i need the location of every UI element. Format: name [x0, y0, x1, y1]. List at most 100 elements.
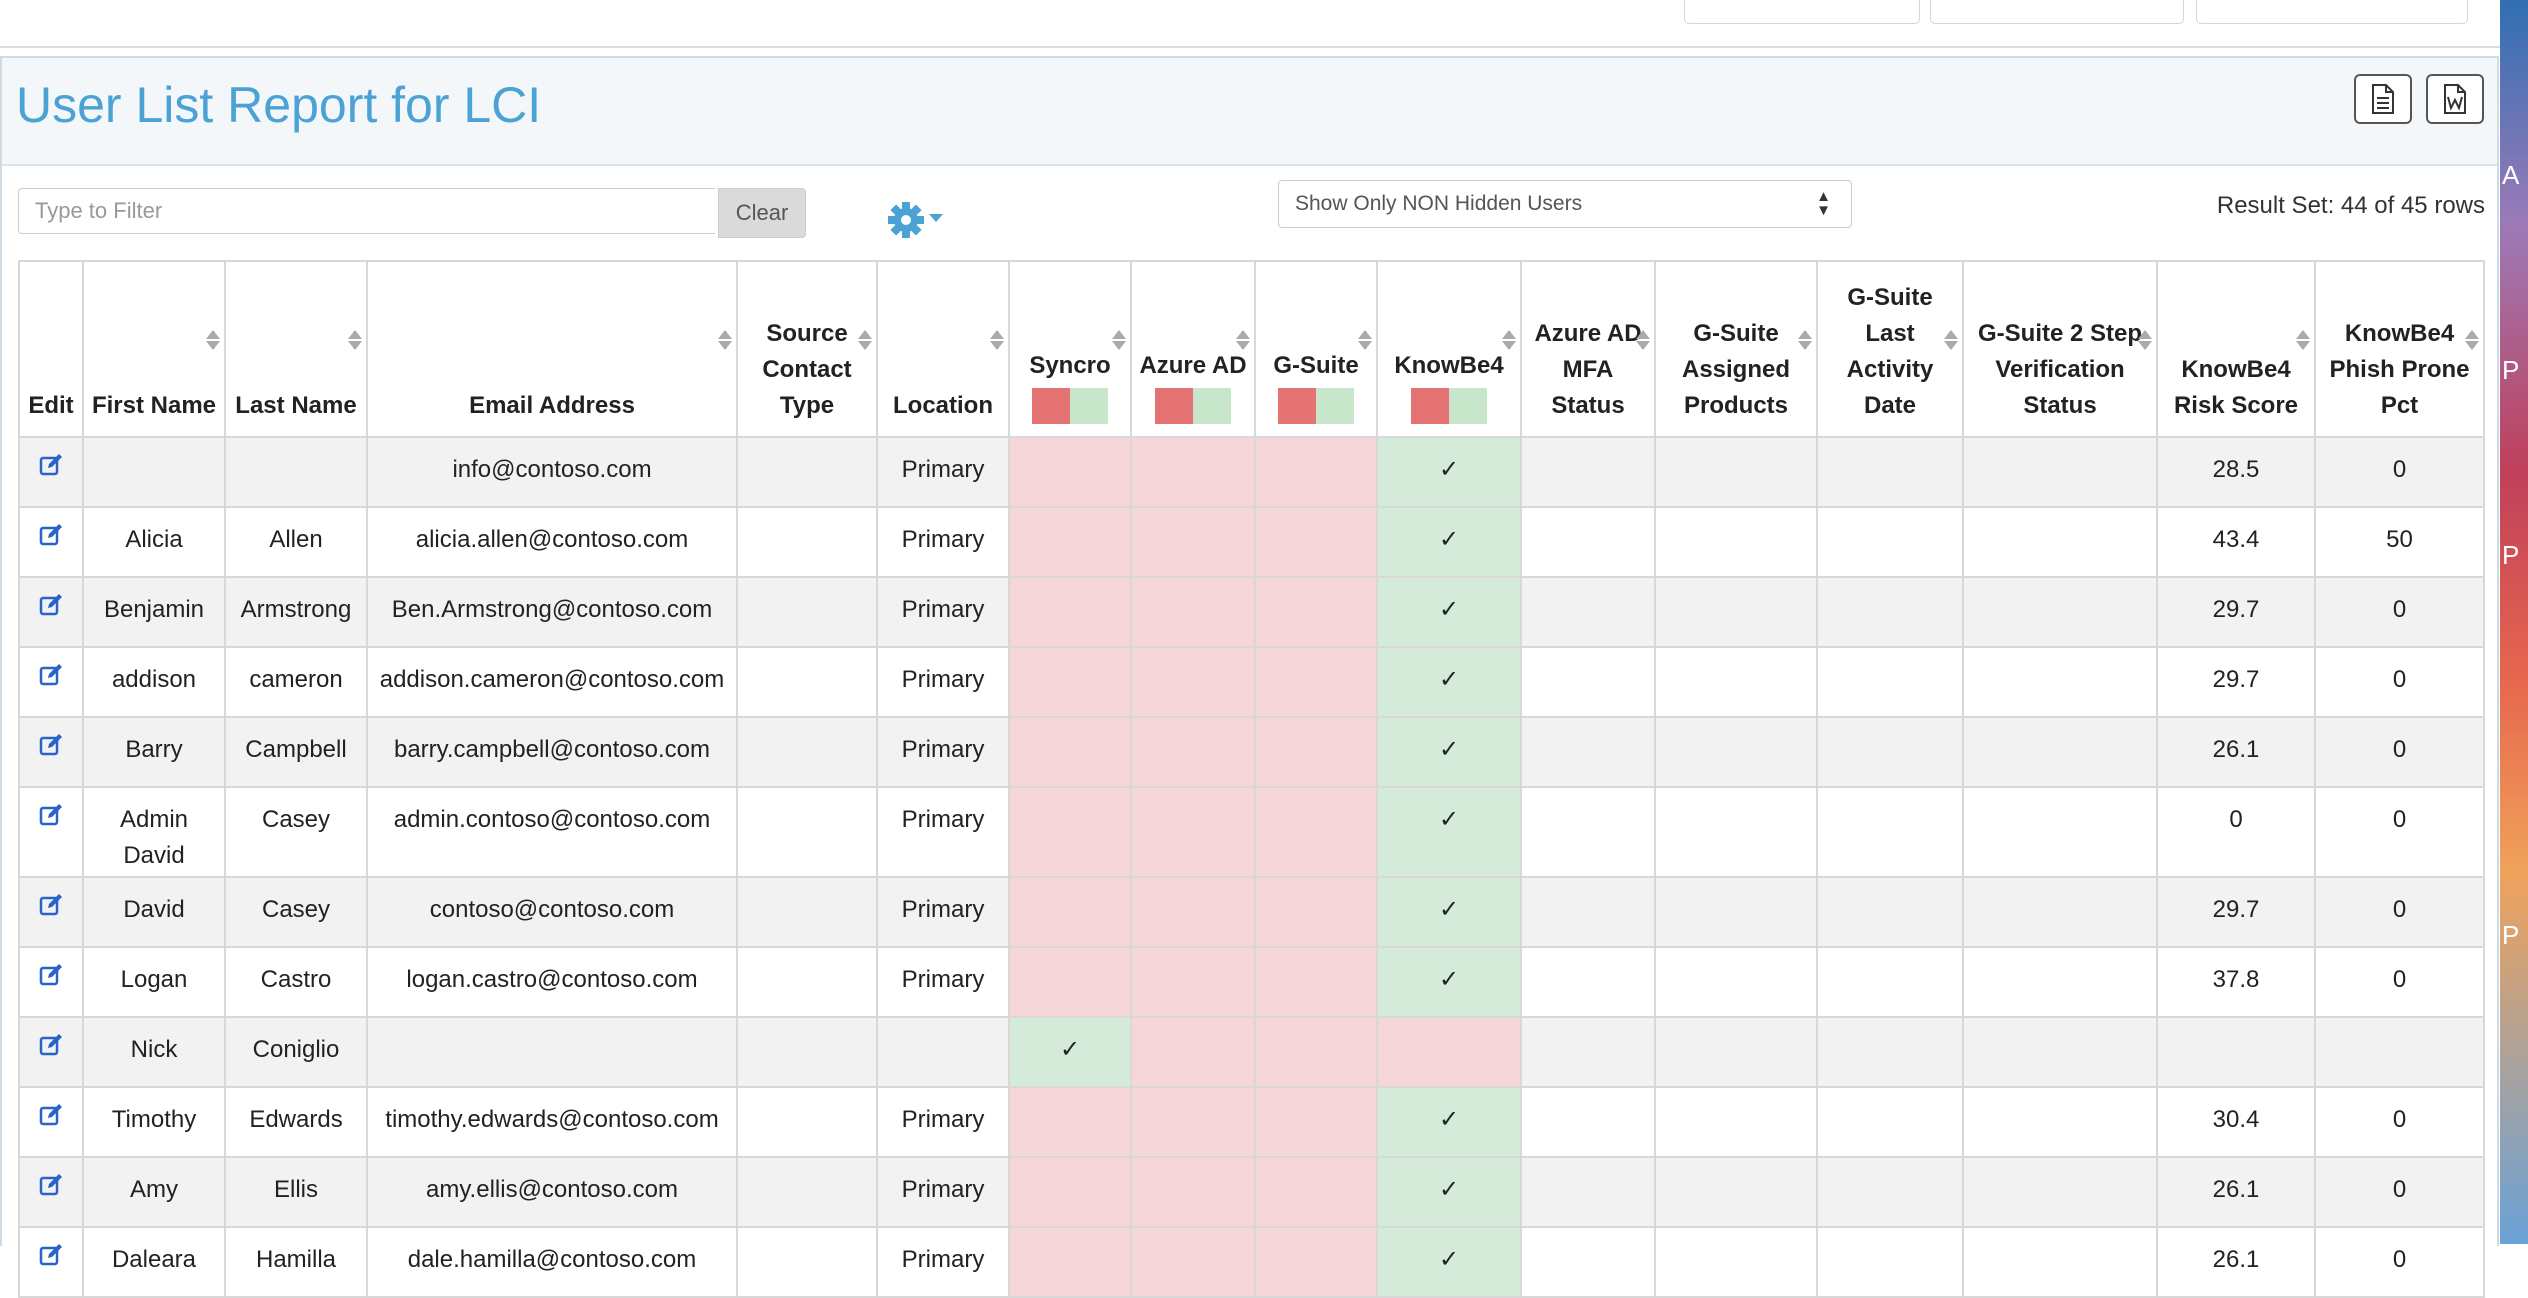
cell-knowbe4-status: ✓ — [1376, 786, 1522, 878]
column-header-location[interactable]: Location — [876, 260, 1010, 438]
edit-icon[interactable] — [39, 663, 63, 687]
table-row: David Casey contoso@contoso.com Primary ✓ 29.… — [18, 876, 2485, 948]
edit-icon[interactable] — [39, 593, 63, 617]
cell-phish: 50 — [2314, 506, 2485, 578]
column-header-edit: Edit — [18, 260, 84, 438]
edit-icon[interactable] — [39, 803, 63, 827]
cell-mfa — [1520, 506, 1656, 578]
cell-syncro-status — [1008, 576, 1132, 648]
filter-missing-swatch[interactable] — [1411, 388, 1449, 424]
column-header-label: G-Suite — [1273, 352, 1359, 379]
cell-location: Primary — [876, 576, 1010, 648]
column-header-phish[interactable]: KnowBe4 Phish Prone Pct — [2314, 260, 2485, 438]
cell-last: Hamilla — [224, 1226, 368, 1298]
filter-input[interactable] — [18, 188, 715, 234]
table-row: Daleara Hamilla dale.hamilla@contoso.com Pr… — [18, 1226, 2485, 1298]
cell-source — [736, 1086, 878, 1158]
column-header-gs_2sv[interactable]: G-Suite 2 Step Verification Status — [1962, 260, 2158, 438]
edit-icon[interactable] — [39, 1033, 63, 1057]
sort-icon[interactable] — [718, 328, 730, 352]
column-header-gs_activity[interactable]: G-Suite Last Activity Date — [1816, 260, 1964, 438]
cell-gs_products — [1654, 876, 1818, 948]
column-header-first[interactable]: First Name — [82, 260, 226, 438]
cell-gs_2sv — [1962, 646, 2158, 718]
cell-first: David — [82, 876, 226, 948]
cell-last: Casey — [224, 786, 368, 878]
column-header-label: First Name — [91, 392, 217, 419]
cell-first: Benjamin — [82, 576, 226, 648]
sort-icon[interactable] — [1112, 328, 1124, 352]
column-header-gsuite[interactable]: G-Suite — [1254, 260, 1378, 438]
cell-knowbe4-status: ✓ — [1376, 716, 1522, 788]
edit-icon[interactable] — [39, 1173, 63, 1197]
cell-gs_activity — [1816, 786, 1964, 878]
edit-cell — [18, 576, 84, 648]
top-button-1[interactable] — [1684, 0, 1920, 24]
sort-icon[interactable] — [206, 328, 218, 352]
settings-menu-button[interactable] — [886, 200, 950, 240]
filter-missing-swatch[interactable] — [1155, 388, 1193, 424]
clear-button[interactable]: Clear — [718, 188, 806, 238]
filter-missing-swatch[interactable] — [1278, 388, 1316, 424]
cell-gs_products — [1654, 576, 1818, 648]
column-header-email[interactable]: Email Address — [366, 260, 738, 438]
sort-icon[interactable] — [1358, 328, 1370, 352]
cell-email: Ben.Armstrong@contoso.com — [366, 576, 738, 648]
column-header-label: Azure AD — [1139, 352, 1247, 379]
cell-gs_2sv — [1962, 506, 2158, 578]
sort-icon[interactable] — [858, 328, 870, 352]
edit-icon[interactable] — [39, 733, 63, 757]
filter-missing-swatch[interactable] — [1032, 388, 1070, 424]
sort-icon[interactable] — [1236, 328, 1248, 352]
column-header-azure[interactable]: Azure AD — [1130, 260, 1256, 438]
cell-syncro-status — [1008, 436, 1132, 508]
sort-icon[interactable] — [2465, 328, 2477, 352]
word-document-icon — [2444, 84, 2466, 114]
export-word-button[interactable] — [2426, 74, 2484, 124]
cell-phish: 0 — [2314, 646, 2485, 718]
column-header-source[interactable]: Source Contact Type — [736, 260, 878, 438]
cell-last: Castro — [224, 946, 368, 1018]
check-icon: ✓ — [1438, 666, 1460, 693]
sort-icon[interactable] — [2296, 328, 2308, 352]
cell-phish: 0 — [2314, 1156, 2485, 1228]
filter-present-swatch[interactable] — [1070, 388, 1108, 424]
top-button-2[interactable] — [1930, 0, 2184, 24]
edit-icon[interactable] — [39, 963, 63, 987]
sort-icon[interactable] — [1502, 328, 1514, 352]
cell-gsuite-status — [1254, 646, 1378, 718]
edit-icon[interactable] — [39, 1243, 63, 1267]
sort-icon[interactable] — [1798, 328, 1810, 352]
sort-icon[interactable] — [1636, 328, 1648, 352]
cell-gs_activity — [1816, 576, 1964, 648]
cell-last: Casey — [224, 876, 368, 948]
filter-present-swatch[interactable] — [1449, 388, 1487, 424]
column-header-mfa[interactable]: Azure AD MFA Status — [1520, 260, 1656, 438]
cell-email: alicia.allen@contoso.com — [366, 506, 738, 578]
edit-cell — [18, 436, 84, 508]
sort-icon[interactable] — [2138, 328, 2150, 352]
column-header-syncro[interactable]: Syncro — [1008, 260, 1132, 438]
column-header-risk[interactable]: KnowBe4 Risk Score — [2156, 260, 2316, 438]
column-header-knowbe4[interactable]: KnowBe4 — [1376, 260, 1522, 438]
cell-gs_activity — [1816, 716, 1964, 788]
column-header-gs_products[interactable]: G-Suite Assigned Products — [1654, 260, 1818, 438]
panel-header: User List Report for LCI — [2, 58, 2497, 166]
visibility-select[interactable]: Show Only NON Hidden Users ▲ ▼ — [1278, 180, 1852, 228]
edit-icon[interactable] — [39, 1103, 63, 1127]
cell-gs_activity — [1816, 506, 1964, 578]
sort-icon[interactable] — [990, 328, 1002, 352]
export-document-button[interactable] — [2354, 74, 2412, 124]
edit-icon[interactable] — [39, 453, 63, 477]
filter-present-swatch[interactable] — [1316, 388, 1354, 424]
filter-present-swatch[interactable] — [1193, 388, 1231, 424]
cell-syncro-status — [1008, 946, 1132, 1018]
top-button-3[interactable] — [2196, 0, 2468, 24]
cell-email: contoso@contoso.com — [366, 876, 738, 948]
edit-icon[interactable] — [39, 523, 63, 547]
sort-icon[interactable] — [1944, 328, 1956, 352]
edit-icon[interactable] — [39, 893, 63, 917]
table-body: info@contoso.com Primary ✓ 28.5 0 Alicia Allen… — [18, 436, 2485, 1298]
sort-icon[interactable] — [348, 328, 360, 352]
column-header-last[interactable]: Last Name — [224, 260, 368, 438]
